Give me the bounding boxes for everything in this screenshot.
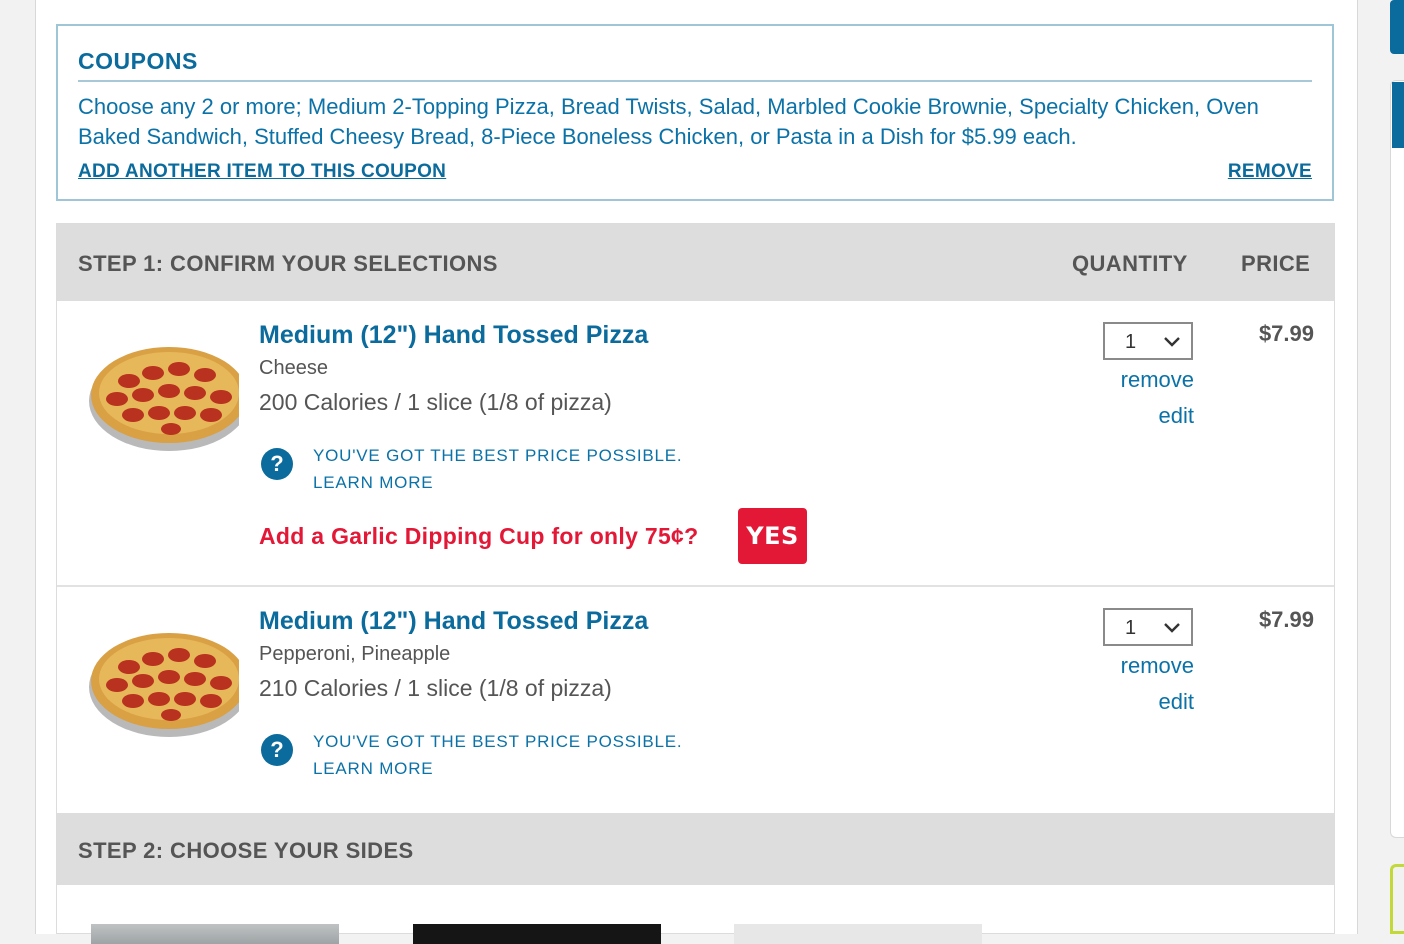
step2-header: STEP 2: CHOOSE YOUR SIDES xyxy=(57,813,1334,885)
chevron-down-icon xyxy=(1164,337,1180,347)
quantity-value: 1 xyxy=(1125,617,1137,639)
quantity-column-header: QUANTITY xyxy=(1072,251,1188,276)
question-icon[interactable]: ? xyxy=(261,448,293,480)
coupon-description: Choose any 2 or more; Medium 2-Topping P… xyxy=(78,94,1259,149)
item-toppings: Cheese xyxy=(259,357,328,379)
best-price-message: YOU'VE GOT THE BEST PRICE POSSIBLE. LEAR… xyxy=(313,728,682,782)
question-icon[interactable]: ? xyxy=(261,734,293,766)
remove-item-link[interactable]: remove xyxy=(1121,367,1194,393)
remove-coupon-link[interactable]: REMOVE xyxy=(1228,161,1312,183)
quantity-value: 1 xyxy=(1125,331,1137,353)
best-price-message: YOU'VE GOT THE BEST PRICE POSSIBLE. LEAR… xyxy=(313,442,682,496)
quantity-select[interactable]: 1 xyxy=(1103,608,1193,646)
edit-item-link[interactable]: edit xyxy=(1159,689,1194,715)
right-rail-accent xyxy=(1392,82,1404,148)
side-thumbnail[interactable] xyxy=(413,924,661,944)
coupons-divider xyxy=(78,80,1312,82)
pizza-image xyxy=(89,615,239,739)
cart-table: STEP 1: CONFIRM YOUR SELECTIONS QUANTITY… xyxy=(56,223,1335,944)
item-name[interactable]: Medium (12") Hand Tossed Pizza xyxy=(259,607,648,636)
price-column-header: PRICE xyxy=(1241,251,1311,276)
side-thumbnail[interactable] xyxy=(91,924,339,944)
learn-more-link[interactable]: LEARN MORE xyxy=(313,755,682,782)
chevron-down-icon xyxy=(1164,623,1180,633)
cart-item: Medium (12") Hand Tossed Pizza Pepperoni… xyxy=(57,587,1334,813)
step2-title: STEP 2: CHOOSE YOUR SIDES xyxy=(78,838,414,863)
coupons-title: COUPONS xyxy=(78,48,198,74)
cart-item: Medium (12") Hand Tossed Pizza Cheese 20… xyxy=(57,301,1334,587)
quantity-select[interactable]: 1 xyxy=(1103,322,1193,360)
pizza-image xyxy=(89,329,239,453)
learn-more-link[interactable]: LEARN MORE xyxy=(313,469,682,496)
item-price: $7.99 xyxy=(1258,607,1314,632)
item-name[interactable]: Medium (12") Hand Tossed Pizza xyxy=(259,321,648,350)
step1-header: STEP 1: CONFIRM YOUR SELECTIONS QUANTITY… xyxy=(57,224,1334,301)
side-thumbnail[interactable] xyxy=(734,924,982,944)
upsell-text: Add a Garlic Dipping Cup for only 75¢? xyxy=(259,523,699,549)
add-another-item-link[interactable]: ADD ANOTHER ITEM TO THIS COUPON xyxy=(78,161,446,183)
right-rail-card xyxy=(1390,80,1404,838)
coupons-box: COUPONS Choose any 2 or more; Medium 2-T… xyxy=(56,24,1334,201)
right-rail-green-card xyxy=(1390,864,1404,934)
step1-title: STEP 1: CONFIRM YOUR SELECTIONS xyxy=(78,251,498,276)
yes-button[interactable]: YES xyxy=(738,508,807,564)
item-calories: 210 Calories / 1 slice (1/8 of pizza) xyxy=(259,675,612,701)
best-price-text: YOU'VE GOT THE BEST PRICE POSSIBLE. xyxy=(313,732,683,751)
item-calories: 200 Calories / 1 slice (1/8 of pizza) xyxy=(259,389,612,415)
right-rail-tab[interactable] xyxy=(1390,0,1404,54)
item-toppings: Pepperoni, Pineapple xyxy=(259,643,451,665)
best-price-text: YOU'VE GOT THE BEST PRICE POSSIBLE. xyxy=(313,446,683,465)
item-price: $7.99 xyxy=(1258,321,1314,346)
remove-item-link[interactable]: remove xyxy=(1121,653,1194,679)
edit-item-link[interactable]: edit xyxy=(1159,403,1194,429)
